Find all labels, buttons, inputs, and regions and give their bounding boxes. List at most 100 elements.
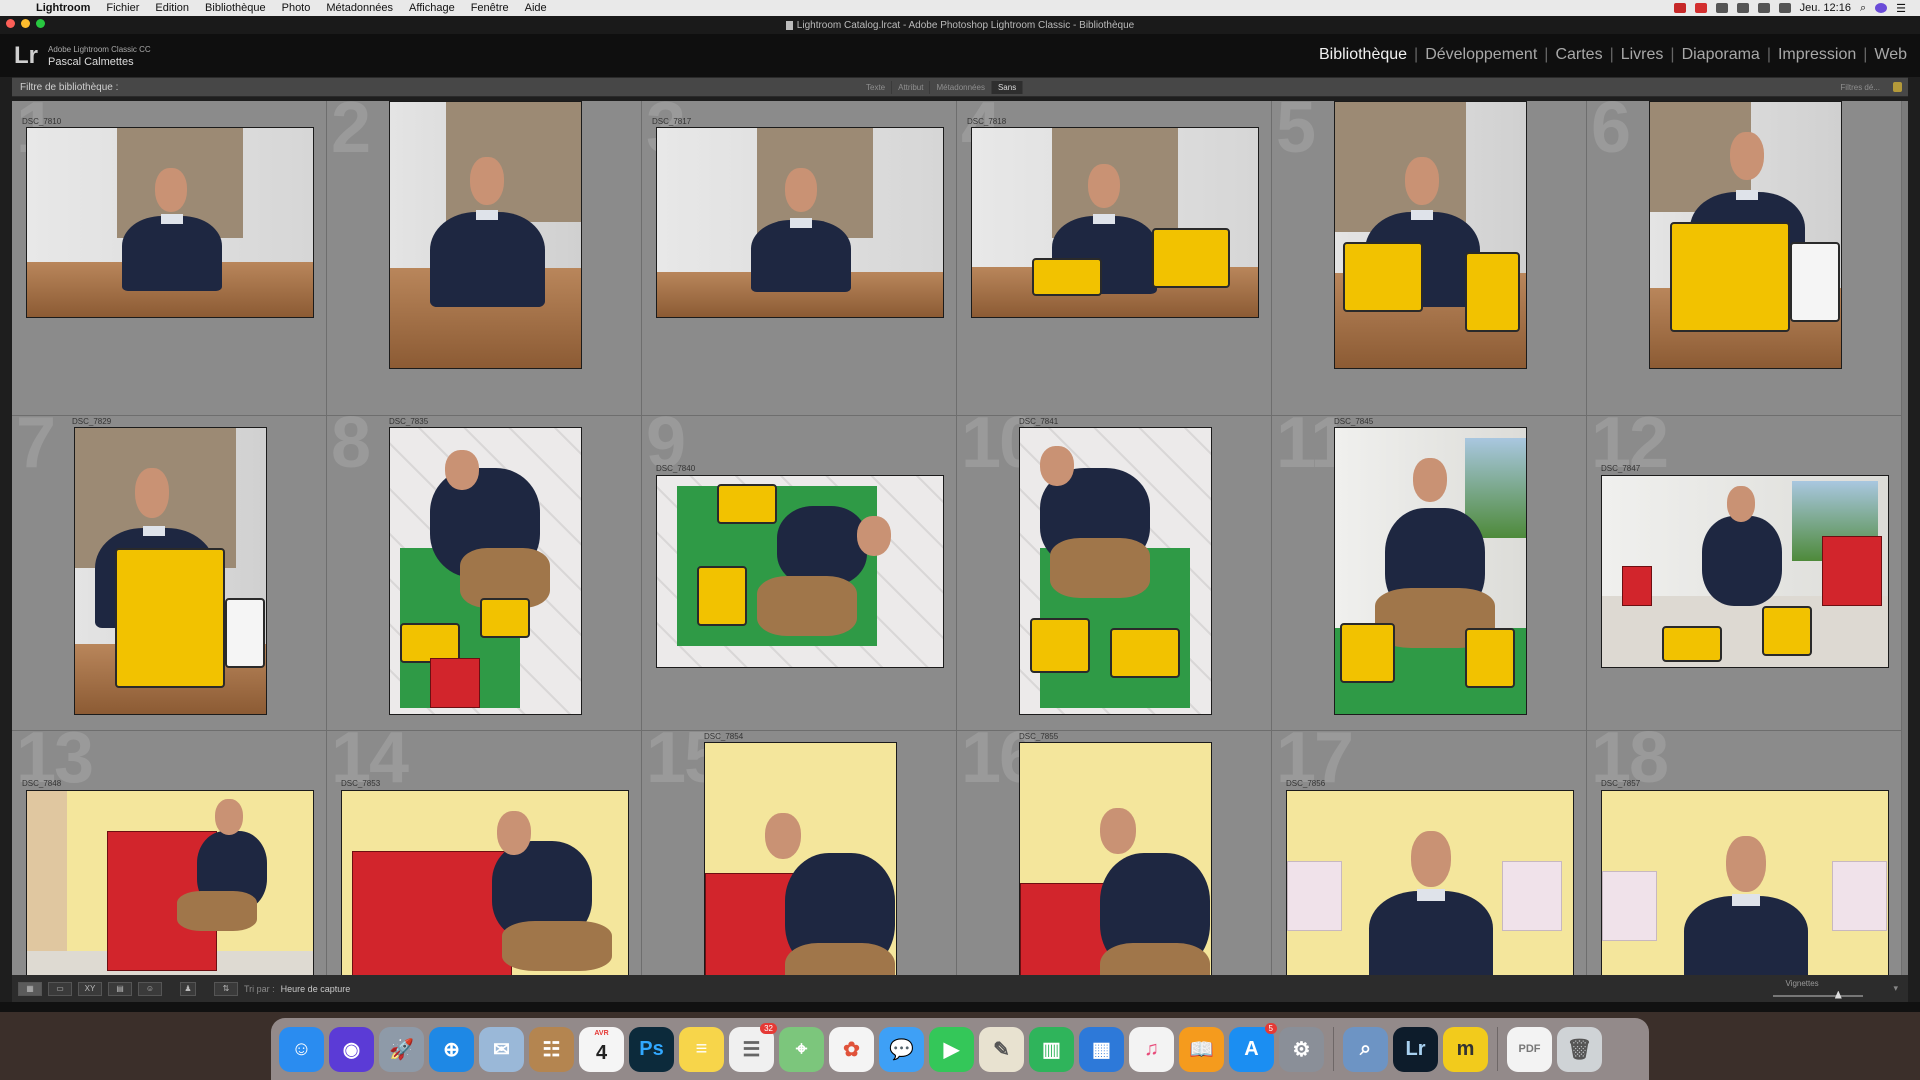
dock-mosaic-icon[interactable]: m — [1443, 1026, 1488, 1072]
module-book[interactable]: Livres — [1614, 46, 1671, 64]
dock-finder-icon[interactable]: ☺ — [279, 1026, 324, 1072]
grid-cell[interactable]: 5 — [1272, 101, 1587, 416]
grid-cell[interactable]: 18 DSC_7857 — [1587, 731, 1902, 975]
grid-cell[interactable]: 12 DSC_7847 — [1587, 416, 1902, 731]
dock-siri-icon[interactable]: ◉ — [329, 1026, 374, 1072]
grid-cell[interactable]: 16 DSC_7855 — [957, 731, 1272, 975]
lock-icon[interactable] — [1893, 82, 1902, 92]
filter-tab-metadata[interactable]: Métadonnées — [930, 80, 992, 94]
menubar-clock[interactable]: Jeu. 12:16 — [1800, 2, 1851, 14]
grid-cell[interactable]: 7 DSC_7829 — [12, 416, 327, 731]
module-develop[interactable]: Développement — [1418, 46, 1544, 64]
thumbnail[interactable] — [1649, 101, 1842, 369]
thumbnail[interactable] — [1019, 742, 1212, 975]
thumbnail[interactable] — [1019, 427, 1212, 715]
dock-messages-icon[interactable]: 💬 — [879, 1026, 924, 1072]
menu-window[interactable]: Fenêtre — [463, 2, 517, 14]
bluetooth-icon[interactable] — [1736, 3, 1749, 13]
grid-cell[interactable]: 11 DSC_7845 — [1272, 416, 1587, 731]
close-button[interactable] — [6, 19, 15, 28]
spotlight-icon[interactable]: ⌕ — [1860, 2, 1866, 15]
dock-lightroom-icon[interactable]: Lr — [1393, 1026, 1438, 1072]
dock-pdf-icon[interactable]: PDF — [1507, 1026, 1552, 1072]
notification-center-icon[interactable]: ☰ — [1896, 2, 1906, 15]
dock-maps-icon[interactable]: ⌖ — [779, 1026, 824, 1072]
grid-view-icon[interactable]: ▦ — [18, 981, 42, 996]
grid-cell[interactable]: 13 DSC_7848 — [12, 731, 327, 975]
module-web[interactable]: Web — [1867, 46, 1914, 64]
thumbnail[interactable] — [1334, 101, 1527, 369]
thumbnail[interactable] — [1601, 475, 1889, 668]
grid-cell[interactable]: 2 — [327, 101, 642, 416]
thumbnail[interactable] — [1601, 790, 1889, 975]
menu-edit[interactable]: Edition — [147, 2, 197, 14]
menu-photo[interactable]: Photo — [274, 2, 319, 14]
grid-cell[interactable]: 14 DSC_7853 — [327, 731, 642, 975]
menu-help[interactable]: Aide — [517, 2, 555, 14]
dock-mail-icon[interactable]: ✉ — [479, 1026, 524, 1072]
dock-keynote-icon[interactable]: ▦ — [1079, 1026, 1124, 1072]
dock-photoshop-icon[interactable]: Ps — [629, 1026, 674, 1072]
grid-cell[interactable]: 10 DSC_7841 — [957, 416, 1272, 731]
dock-system-preferences-icon[interactable]: ⚙ — [1279, 1026, 1324, 1072]
grid-cell[interactable]: 4 DSC_7818 — [957, 101, 1272, 416]
grid-cell[interactable]: 8 DSC_7835 — [327, 416, 642, 731]
thumbnail[interactable] — [341, 790, 629, 975]
thumbnail-grid[interactable]: 1 DSC_7810 2 3 DSC_7817 — [12, 101, 1908, 975]
grid-cell[interactable]: 3 DSC_7817 — [642, 101, 957, 416]
grid-cell[interactable]: 15 DSC_7854 — [642, 731, 957, 975]
sort-select[interactable]: Heure de capture — [281, 984, 351, 994]
dock-textedit-icon[interactable]: ✎ — [979, 1026, 1024, 1072]
menu-extra-icon[interactable] — [1715, 3, 1728, 13]
wifi-icon[interactable] — [1757, 3, 1770, 13]
grid-cell[interactable]: 17 DSC_7856 — [1272, 731, 1587, 975]
thumbnail[interactable] — [1334, 427, 1527, 715]
menu-file[interactable]: Fichier — [98, 2, 147, 14]
dock-trash-icon[interactable]: 🗑 — [1557, 1026, 1602, 1072]
filter-tab-none[interactable]: Sans — [991, 80, 1024, 94]
filter-tab-attribute[interactable]: Attribut — [892, 80, 931, 94]
filmstrip-collapsed[interactable] — [0, 1002, 1920, 1012]
module-slideshow[interactable]: Diaporama — [1675, 46, 1767, 64]
gmail-icon[interactable] — [1694, 3, 1707, 13]
dock-photos-icon[interactable]: ✿ — [829, 1026, 874, 1072]
dock-safari-icon[interactable]: ⊕ — [429, 1026, 474, 1072]
thumbnail[interactable] — [656, 127, 944, 318]
module-map[interactable]: Cartes — [1548, 46, 1609, 64]
zoom-button[interactable] — [36, 19, 45, 28]
menu-metadata[interactable]: Métadonnées — [318, 2, 401, 14]
painter-icon[interactable]: ♟ — [180, 981, 196, 996]
thumbnail-size-track[interactable] — [1773, 994, 1864, 997]
dock-preview-icon[interactable]: ⌕ — [1343, 1026, 1388, 1072]
dock-itunes-icon[interactable]: ♫ — [1129, 1026, 1174, 1072]
module-library[interactable]: Bibliothèque — [1312, 46, 1414, 64]
thumbnail[interactable] — [656, 475, 944, 668]
grid-cell[interactable]: 1 DSC_7810 — [12, 101, 327, 416]
thumbnail[interactable] — [26, 127, 314, 318]
people-view-icon[interactable]: ☺ — [138, 981, 162, 996]
dock-launchpad-icon[interactable]: 🚀 — [379, 1026, 424, 1072]
module-print[interactable]: Impression — [1771, 46, 1863, 64]
volume-icon[interactable] — [1778, 3, 1791, 13]
compare-view-icon[interactable]: XY — [78, 981, 102, 996]
thumbnail[interactable] — [704, 742, 897, 975]
sort-direction-icon[interactable]: ⇅ — [214, 981, 238, 996]
thumbnail[interactable] — [26, 790, 314, 975]
dock-contacts-icon[interactable]: ☷ — [529, 1026, 574, 1072]
survey-view-icon[interactable]: ▤ — [108, 981, 132, 996]
dock-app-store-icon[interactable]: A5 — [1229, 1022, 1277, 1072]
menu-library[interactable]: Bibliothèque — [197, 2, 274, 14]
thumbnail[interactable] — [389, 427, 582, 715]
thumbnail[interactable] — [74, 427, 267, 715]
dock-calendar-icon[interactable]: 4 AVR — [579, 1026, 624, 1072]
thumbnail[interactable] — [389, 101, 582, 369]
grid-cell[interactable]: 6 — [1587, 101, 1902, 416]
thumbnail[interactable] — [1286, 790, 1574, 975]
dock-facetime-icon[interactable]: ▶ — [929, 1026, 974, 1072]
menu-app[interactable]: Lightroom — [28, 2, 98, 14]
filter-tab-text[interactable]: Texte — [860, 80, 893, 94]
creative-cloud-icon[interactable] — [1673, 3, 1686, 13]
grid-cell[interactable]: 9 DSC_7840 — [642, 416, 957, 731]
dock-numbers-icon[interactable]: ▥ — [1029, 1026, 1074, 1072]
dock-ibooks-icon[interactable]: 📖 — [1179, 1026, 1224, 1072]
